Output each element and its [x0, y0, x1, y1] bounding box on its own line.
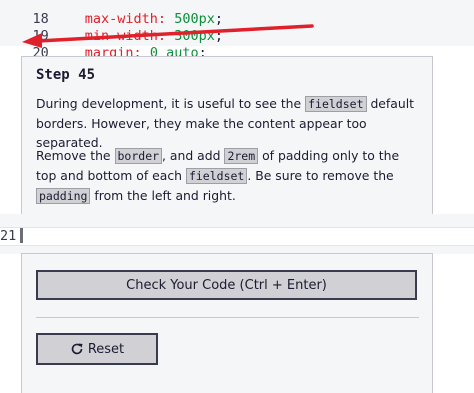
- divider: [36, 317, 419, 318]
- text: , and add: [162, 148, 225, 163]
- inline-code-fieldset: fieldset: [185, 168, 248, 184]
- text: Remove the: [36, 148, 115, 163]
- inline-code-2rem: 2rem: [224, 148, 259, 164]
- red-arrow-annotation: [22, 24, 314, 48]
- reset-icon: [71, 343, 83, 355]
- reset-button[interactable]: Reset: [36, 333, 158, 365]
- inline-code-fieldset: fieldset: [305, 96, 367, 112]
- step-description-panel: Step 45 During development, it is useful…: [21, 56, 433, 216]
- step-paragraph-1: During development, it is useful to see …: [36, 94, 421, 152]
- text: . Be sure to remove the: [247, 168, 394, 183]
- inline-code-border: border: [114, 148, 163, 164]
- text: During development, it is useful to see …: [36, 96, 306, 111]
- check-code-button[interactable]: Check Your Code (Ctrl + Enter): [36, 270, 417, 300]
- step-paragraph-2: Remove the border, and add 2rem of paddi…: [36, 146, 421, 206]
- inline-code-padding: padding: [36, 188, 91, 204]
- code-line-21[interactable]: 21: [0, 227, 474, 246]
- reset-button-label: Reset: [87, 341, 125, 357]
- text-cursor: [20, 228, 23, 243]
- code-line-18[interactable]: 18 max-width: 500px;: [0, 0, 223, 27]
- text: from the left and right.: [90, 188, 236, 203]
- action-panel: Check Your Code (Ctrl + Enter) Reset: [21, 253, 433, 393]
- step-title: Step 45: [36, 67, 96, 83]
- line-number: 21: [0, 228, 17, 244]
